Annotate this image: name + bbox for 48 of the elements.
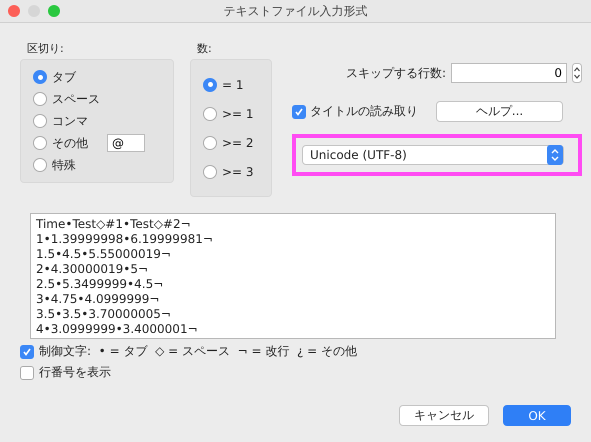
preview-line: 1.5•4.5•5.55000019¬ — [36, 247, 171, 262]
radio-button[interactable] — [33, 158, 47, 172]
checkbox-label[interactable]: タイトルの読み取り — [310, 103, 418, 120]
radio-button[interactable] — [33, 70, 47, 84]
radio-button[interactable] — [33, 92, 47, 106]
checkbox[interactable] — [292, 104, 306, 118]
group-label: 数: — [196, 41, 212, 56]
field-label: スキップする行数: — [346, 64, 446, 82]
radio-label[interactable]: >= 2 — [222, 136, 254, 150]
radio-label[interactable]: = 1 — [222, 78, 244, 92]
radio-label[interactable]: コンマ — [52, 112, 88, 130]
radio-button[interactable] — [33, 136, 47, 150]
radio-button[interactable] — [203, 78, 217, 92]
radio-button[interactable] — [203, 106, 217, 120]
encoding-dropdown[interactable]: Unicode (UTF-8) — [302, 145, 564, 165]
help-button[interactable]: ヘルプ... — [436, 101, 563, 122]
preview-line: Time•Test◇#1•Test◇#2¬ — [36, 217, 191, 232]
checkmark-icon — [22, 346, 32, 356]
checkbox[interactable] — [20, 366, 34, 380]
group-label: 区切り: — [26, 41, 64, 56]
preview-line: 1•1.39999998•6.19999981¬ — [36, 232, 213, 247]
close-icon[interactable] — [8, 5, 20, 17]
preview-line: 2.5•5.3499999•4.5¬ — [36, 277, 164, 292]
window-title: テキストファイル入力形式 — [224, 2, 368, 20]
radio-label[interactable]: 特殊 — [52, 156, 76, 174]
preview-line: 3•4.75•4.0999999¬ — [36, 292, 160, 307]
radio-button[interactable] — [33, 114, 47, 128]
preview-line: 2•4.30000019•5¬ — [36, 262, 148, 277]
checkbox-label[interactable]: 行番号を表示 — [39, 364, 111, 381]
checkmark-icon — [294, 106, 304, 116]
checkbox[interactable] — [20, 344, 34, 358]
radio-label[interactable]: スペース — [52, 90, 100, 108]
preview-line: 3.5•3.5•3.70000005¬ — [36, 307, 171, 322]
caret-icon — [547, 145, 563, 165]
input-field[interactable]: @ — [107, 134, 145, 152]
number-field[interactable]: 0 — [451, 63, 567, 83]
checkbox-label[interactable]: 制御文字: • = タブ ◇ = スペース ¬ = 改行 ¿ = その他 — [39, 343, 358, 360]
stepper-icon[interactable] — [572, 63, 582, 83]
radio-label[interactable]: >= 3 — [222, 164, 254, 178]
cancel-button[interactable]: キャンセル — [399, 405, 489, 426]
radio-label[interactable]: その他 — [52, 134, 88, 152]
zoom-icon[interactable] — [48, 5, 60, 17]
ok-button[interactable]: OK — [503, 405, 571, 426]
radio-button[interactable] — [203, 164, 217, 178]
radio-label[interactable]: タブ — [52, 68, 76, 86]
preview-line: 4•3.0999999•3.4000001¬ — [36, 322, 198, 337]
radio-button[interactable] — [203, 136, 217, 150]
radio-label[interactable]: >= 1 — [222, 106, 254, 120]
